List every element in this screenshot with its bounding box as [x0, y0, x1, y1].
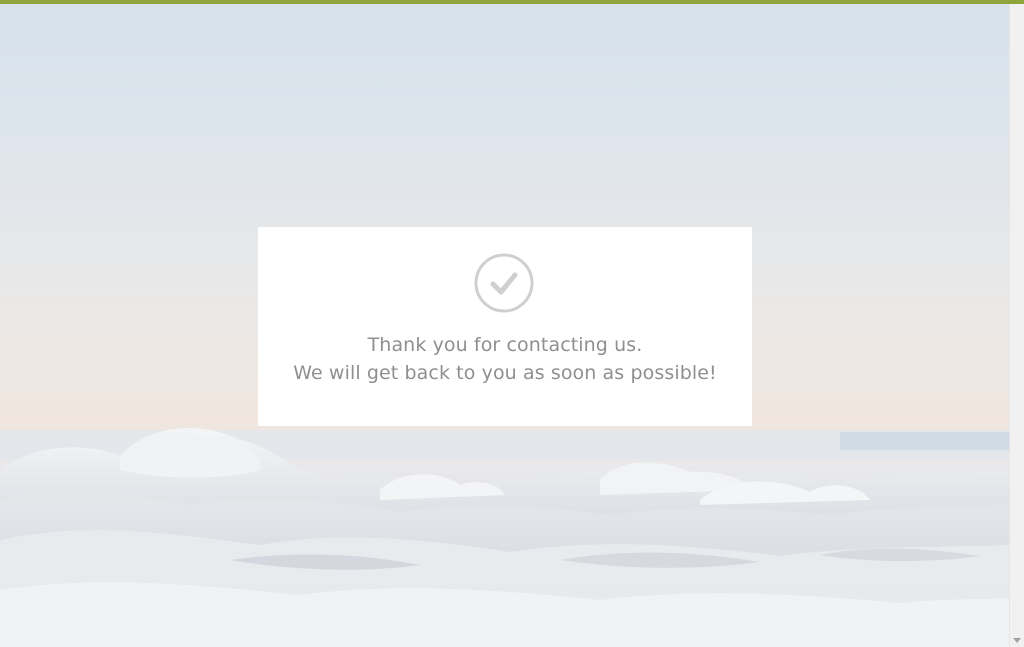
top-accent-bar [0, 0, 1024, 4]
confirmation-line-1: Thank you for contacting us. [367, 334, 643, 356]
page: Thank you for contacting us. We will get… [0, 0, 1024, 647]
confirmation-line-2: We will get back to you as soon as possi… [293, 362, 717, 384]
confirmation-message: Thank you for contacting us. We will get… [258, 331, 752, 387]
check-circle-icon [474, 253, 534, 313]
scroll-down-arrow-icon[interactable] [1013, 638, 1021, 643]
vertical-scrollbar[interactable] [1009, 4, 1024, 647]
confirmation-card: Thank you for contacting us. We will get… [258, 227, 752, 426]
